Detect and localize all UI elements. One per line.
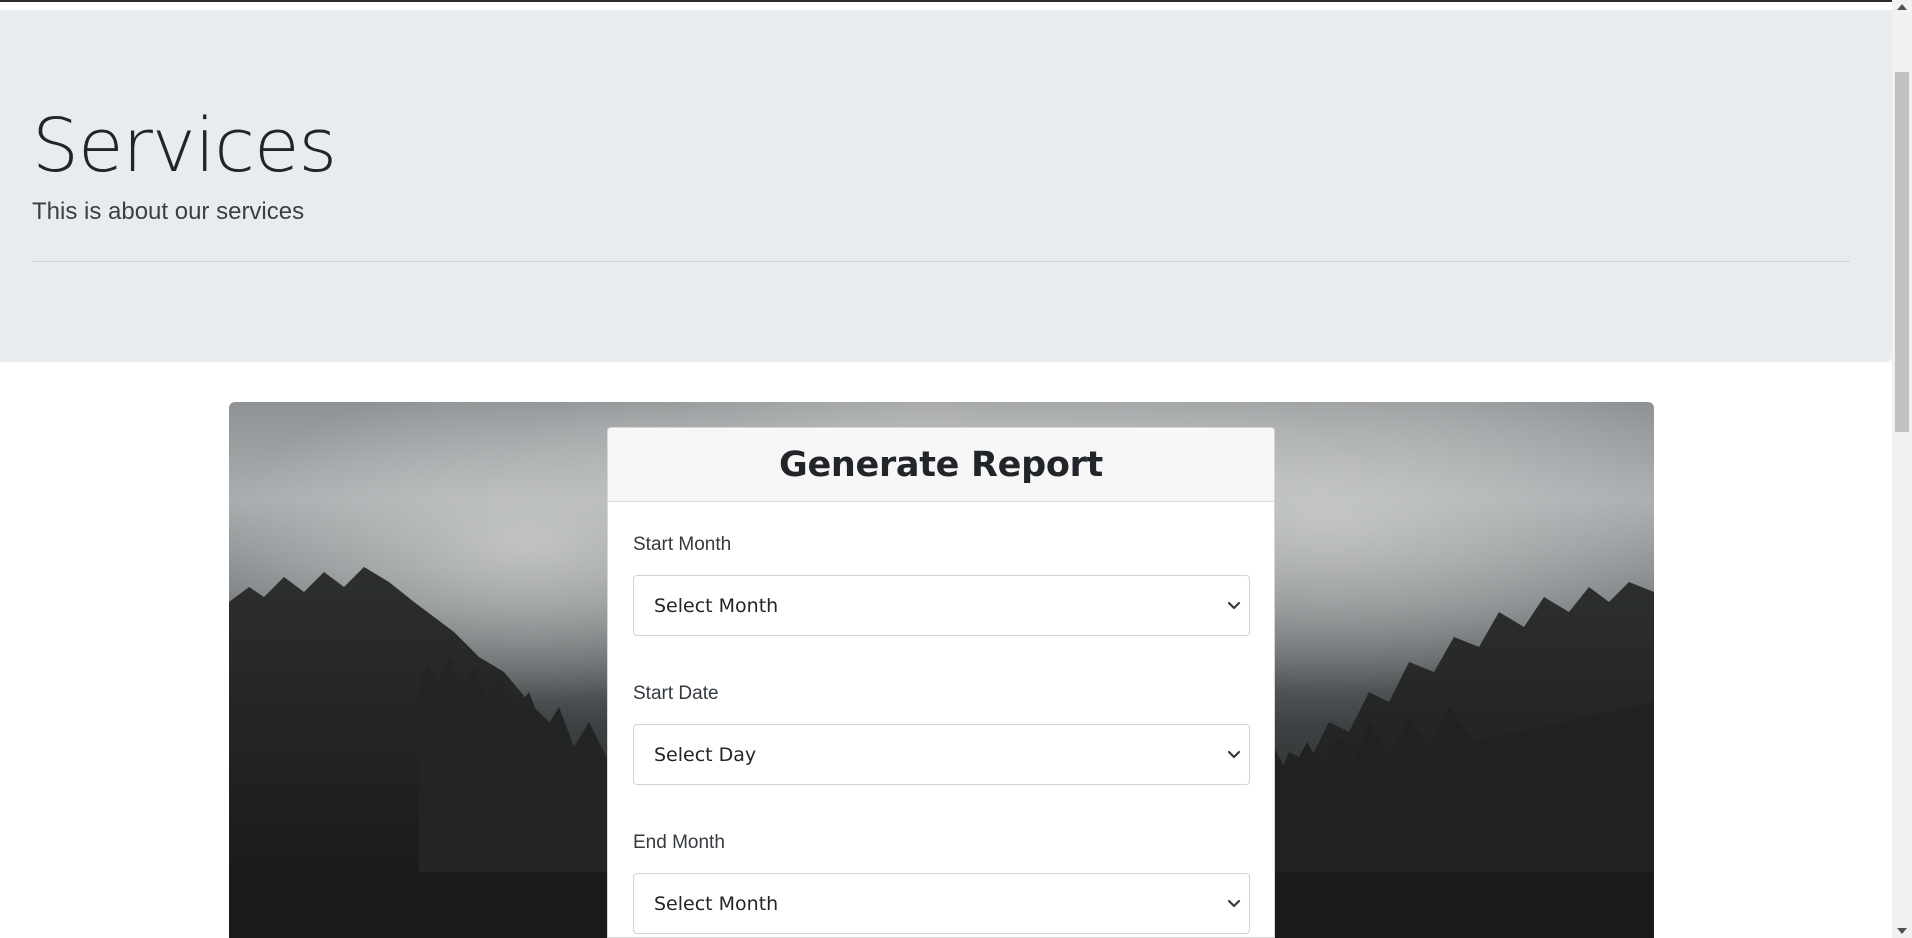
card-header: Generate Report bbox=[608, 428, 1274, 502]
start-date-group: Start Date Select Day bbox=[633, 681, 1250, 785]
scroll-down-arrow-icon[interactable] bbox=[1897, 928, 1907, 934]
divider bbox=[32, 261, 1850, 262]
start-month-selected-value: Select Month bbox=[654, 594, 779, 617]
chevron-down-icon bbox=[1227, 750, 1241, 759]
vertical-scrollbar[interactable] bbox=[1892, 0, 1912, 938]
end-month-select[interactable]: Select Month bbox=[633, 873, 1250, 934]
page: Services This is about our services Gene… bbox=[0, 0, 1912, 938]
chevron-down-icon bbox=[1227, 899, 1241, 908]
page-title: Services bbox=[32, 103, 337, 189]
scrollbar-thumb[interactable] bbox=[1895, 72, 1909, 432]
end-month-label: End Month bbox=[633, 832, 725, 853]
window-top-border bbox=[0, 0, 1892, 2]
start-date-select[interactable]: Select Day bbox=[633, 724, 1250, 785]
start-date-selected-value: Select Day bbox=[654, 743, 757, 766]
end-month-group: End Month Select Month bbox=[633, 830, 1250, 934]
page-lead-text: This is about our services bbox=[32, 198, 305, 225]
generate-report-card: Generate Report Start Month Select Month… bbox=[607, 427, 1275, 938]
start-date-label: Start Date bbox=[633, 683, 719, 704]
chevron-down-icon bbox=[1227, 601, 1241, 610]
card-title: Generate Report bbox=[779, 444, 1103, 485]
jumbotron: Services This is about our services bbox=[0, 10, 1892, 362]
scroll-up-arrow-icon[interactable] bbox=[1897, 4, 1907, 10]
start-month-label: Start Month bbox=[633, 534, 732, 555]
end-month-selected-value: Select Month bbox=[654, 892, 779, 915]
start-month-select[interactable]: Select Month bbox=[633, 575, 1250, 636]
start-month-group: Start Month Select Month bbox=[633, 532, 1250, 636]
